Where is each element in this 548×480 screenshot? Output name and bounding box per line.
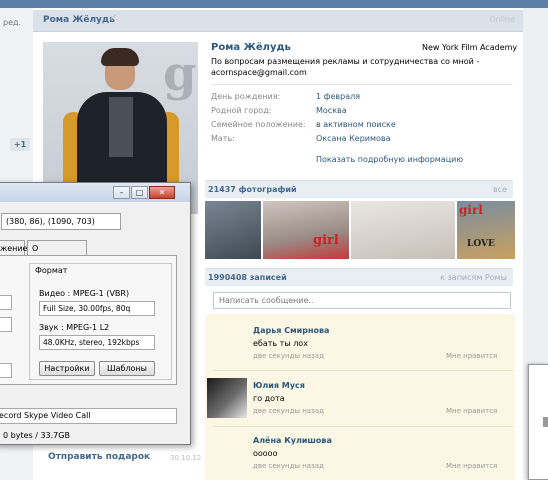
header-profile-name[interactable]: Рома Жёлудь xyxy=(43,15,115,25)
post-time[interactable]: две секунды назад xyxy=(253,407,324,415)
templates-button[interactable]: Шаблоны xyxy=(99,361,155,376)
photo-thumb[interactable]: girl LOVE xyxy=(457,201,515,259)
post-author[interactable]: Дарья Смирнова xyxy=(253,326,329,335)
verified-check-icon: ✓ xyxy=(109,13,118,24)
left-field[interactable] xyxy=(0,295,12,310)
online-status: Online xyxy=(489,15,515,24)
info-value-birthday[interactable]: 1 февраля xyxy=(316,92,360,101)
left-button[interactable] xyxy=(0,363,12,378)
tab-position[interactable]: жение xyxy=(0,240,27,256)
photo-caption-girl: girl xyxy=(313,233,339,248)
photos-count-title[interactable]: 21437 фотографий xyxy=(208,185,297,194)
post-text: ооооо xyxy=(253,449,278,458)
wall-post-input[interactable]: Написать сообщение.. xyxy=(213,292,511,309)
profile-school[interactable]: New York Film Academy xyxy=(422,43,517,52)
profile-header: Рома Жёлудь ✓ Online xyxy=(33,10,523,32)
send-gift-button[interactable]: Отправить подарок xyxy=(48,452,150,462)
video-format-field[interactable]: Full Size, 30.00fps, 80q xyxy=(39,301,155,316)
info-value-relationship[interactable]: в активном поиске xyxy=(316,120,396,129)
post-author[interactable]: Юлия Муся xyxy=(253,381,305,390)
post-divider xyxy=(213,370,513,371)
photos-section-header: 21437 фотографий все xyxy=(205,180,513,198)
info-label-relationship: Семейное положение: xyxy=(211,120,306,129)
info-value-hometown[interactable]: Москва xyxy=(316,106,347,115)
post-author[interactable]: Алёна Кулишова xyxy=(253,436,332,445)
settings-button[interactable]: Настройки xyxy=(39,361,95,376)
info-label-mother: Мать: xyxy=(211,134,235,143)
edit-link[interactable]: ред. xyxy=(3,18,21,27)
format-group-label: Формат xyxy=(35,266,68,275)
photo-caption-girl: girl xyxy=(459,203,483,217)
left-field[interactable] xyxy=(0,317,12,332)
video-format-label: Видео : MPEG-1 (VBR) xyxy=(39,289,130,298)
record-target-field[interactable]: ecord Skype Video Call xyxy=(0,408,177,424)
photos-all-link[interactable]: все xyxy=(493,185,507,194)
dialog-titlebar[interactable]: – □ ✕ xyxy=(0,183,190,202)
plus-one-badge[interactable]: +1 xyxy=(10,138,30,151)
gift-date: 30.10.12 xyxy=(170,454,202,462)
tab-about[interactable]: О программе xyxy=(27,240,87,262)
info-value-mother[interactable]: Оксана Керимова xyxy=(316,134,391,143)
avatar-background-letter: g xyxy=(163,46,197,102)
post-text: ебать ты лох xyxy=(253,339,308,348)
maximize-icon[interactable]: □ xyxy=(131,186,148,199)
photo-thumb[interactable] xyxy=(351,201,455,259)
show-more-info-link[interactable]: Показать подробную информацию xyxy=(316,155,463,164)
post-like-button[interactable]: Мне нравится xyxy=(446,462,497,470)
wall-section-header: 1990408 записей к записям Ромы xyxy=(205,268,513,286)
photo-thumb[interactable]: girl xyxy=(263,201,349,259)
divider xyxy=(211,84,513,85)
window-edge-mark xyxy=(543,417,548,427)
storage-status: 0 bytes / 33.7GB xyxy=(3,431,70,440)
avatar-shirt xyxy=(109,97,133,157)
wall-all-link[interactable]: к записям Ромы xyxy=(440,273,507,282)
photo-caption-love: LOVE xyxy=(467,239,495,249)
top-bar xyxy=(0,0,548,8)
post-author-avatar[interactable] xyxy=(207,378,247,418)
audio-format-field[interactable]: 48.0KHz, stereo, 192kbps xyxy=(39,335,155,350)
photo-thumb[interactable] xyxy=(205,201,261,259)
post-like-button[interactable]: Мне нравится xyxy=(446,407,497,415)
info-label-hometown: Родной город: xyxy=(211,106,272,115)
region-coordinates-field[interactable]: (380, 86), (1090, 703) xyxy=(1,213,121,230)
wall-count-title[interactable]: 1990408 записей xyxy=(208,273,287,282)
post-time[interactable]: две секунды назад xyxy=(253,462,324,470)
audio-format-label: Звук : MPEG-1 L2 xyxy=(39,323,110,332)
overlapping-window-edge[interactable] xyxy=(528,364,548,480)
post-text: го дота xyxy=(253,394,285,403)
minimize-icon[interactable]: – xyxy=(113,186,130,199)
post-divider xyxy=(213,426,513,427)
close-icon[interactable]: ✕ xyxy=(149,186,175,199)
info-label-birthday: День рождения: xyxy=(211,92,281,101)
wall-posts xyxy=(205,314,515,480)
recorder-dialog: – □ ✕ (380, 86), (1090, 703) жение О про… xyxy=(0,182,191,445)
post-time[interactable]: две секунды назад xyxy=(253,352,324,360)
profile-name: Рома Жёлудь xyxy=(211,42,291,53)
post-like-button[interactable]: Мне нравится xyxy=(446,352,497,360)
avatar-hair xyxy=(101,48,139,66)
photos-strip: girl girl LOVE xyxy=(205,201,515,259)
profile-status: По вопросам размещения рекламы и сотрудн… xyxy=(211,57,480,77)
